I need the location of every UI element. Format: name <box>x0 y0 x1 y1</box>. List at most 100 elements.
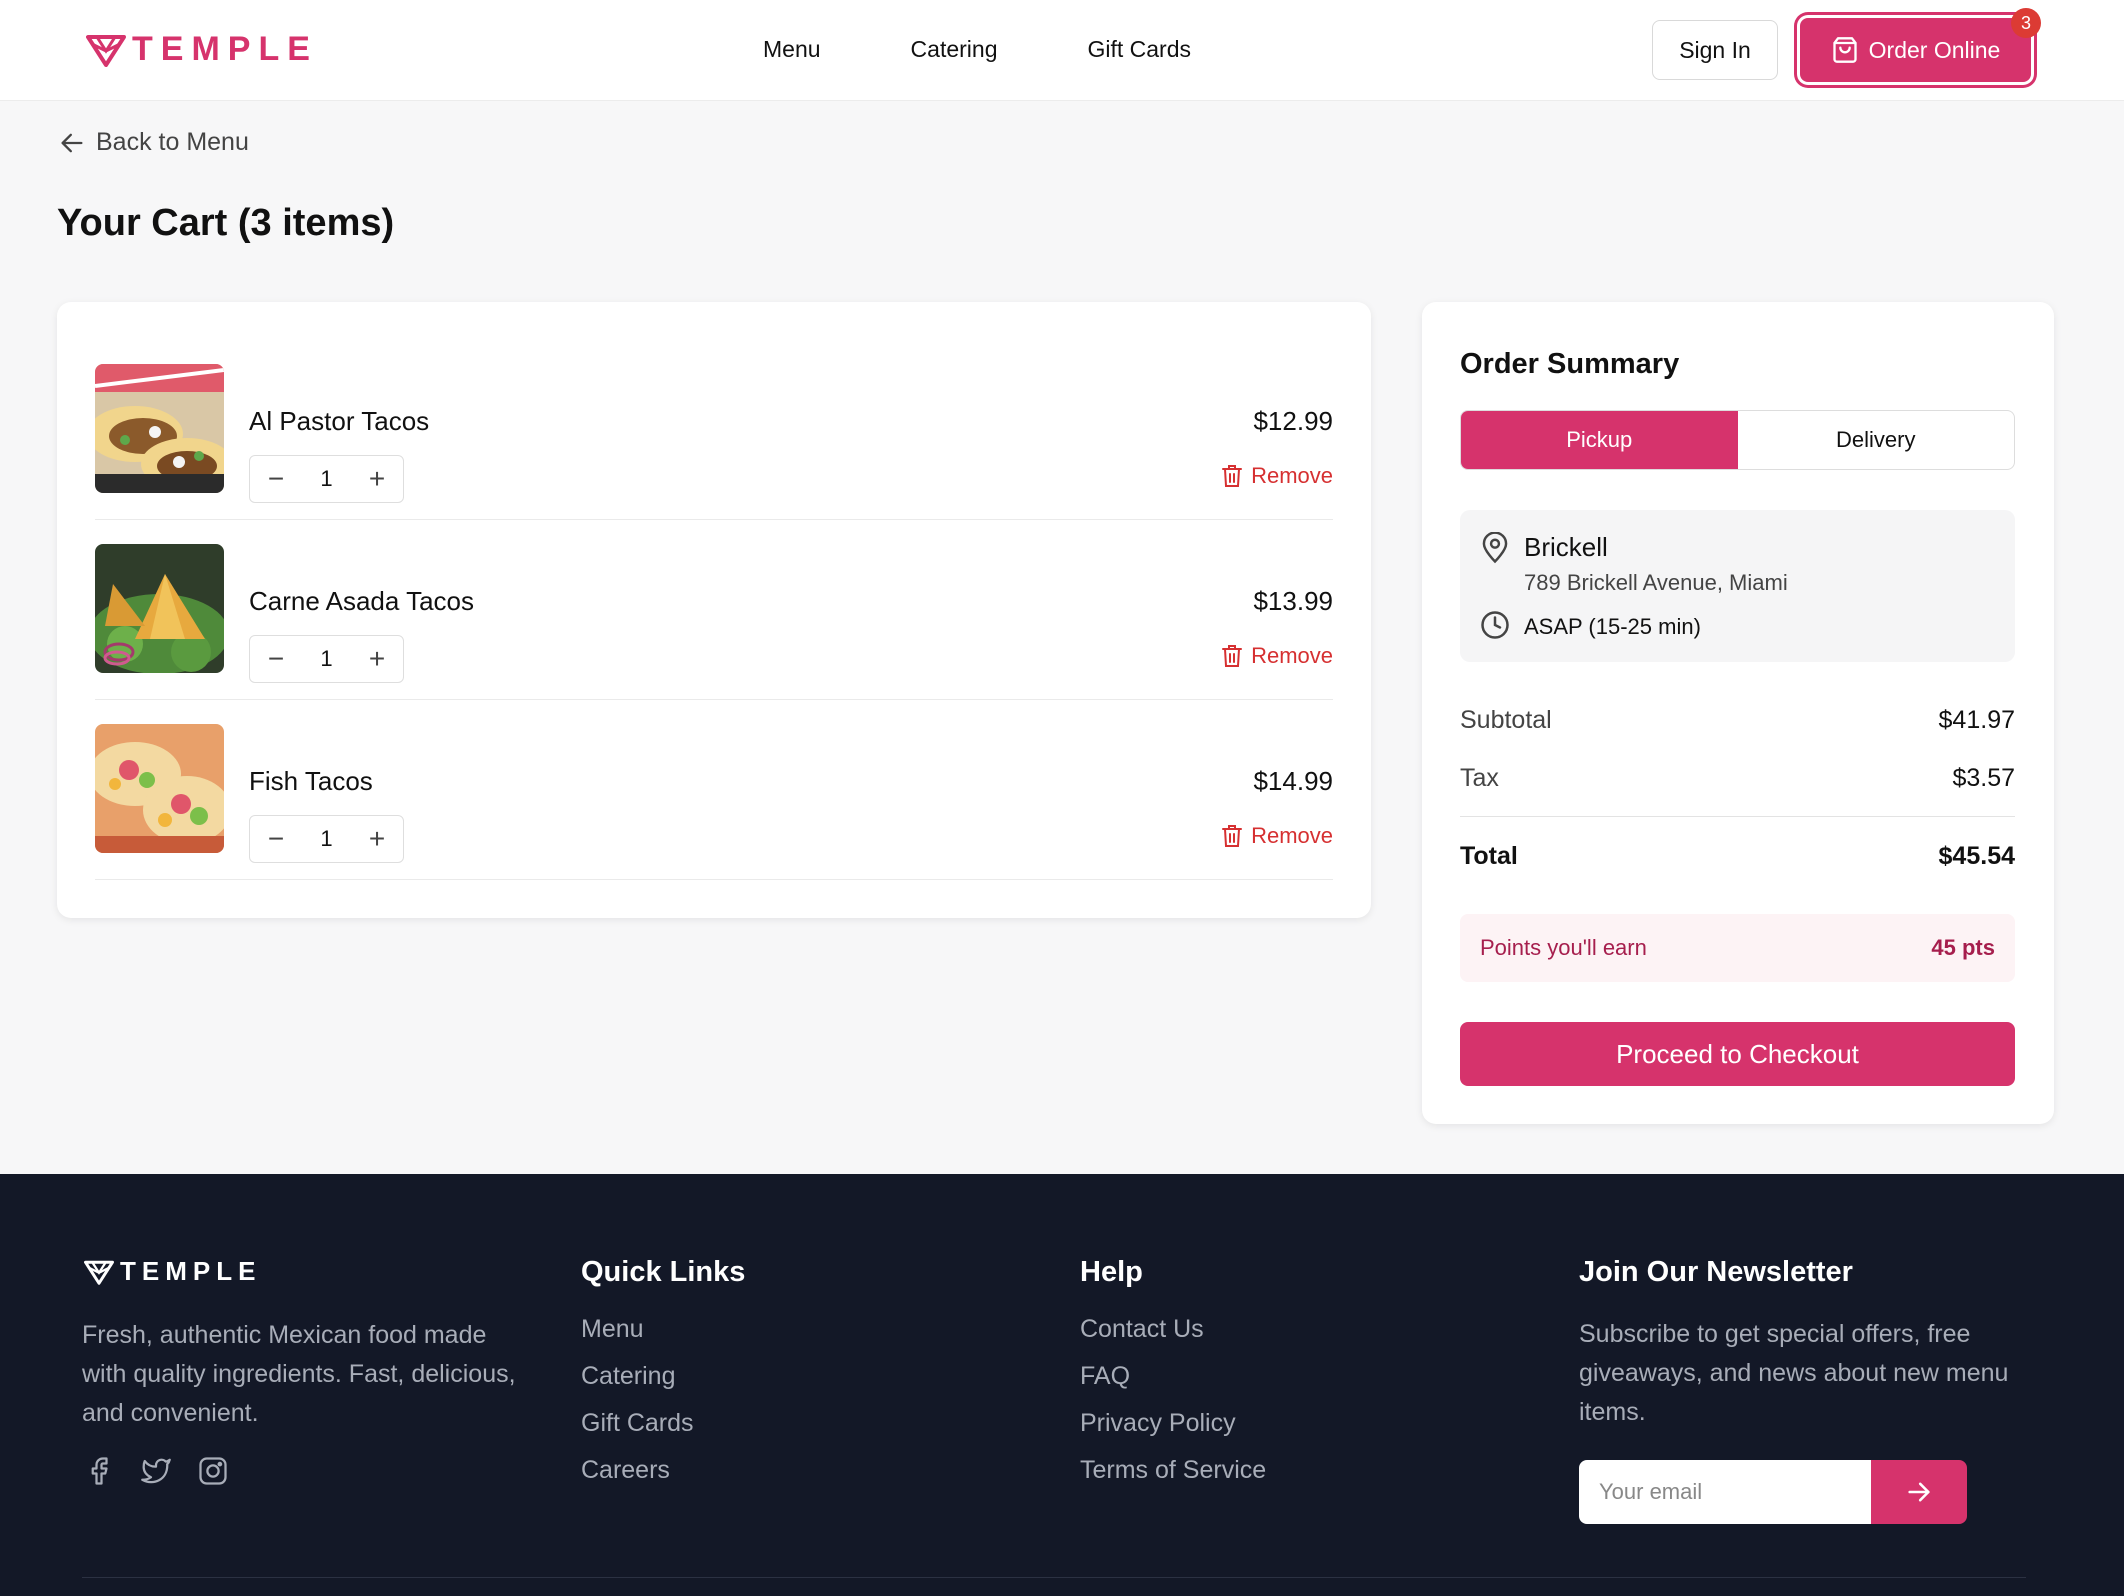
subscribe-button[interactable] <box>1871 1460 1967 1524</box>
total-label: Total <box>1460 842 1518 870</box>
site-footer: TEMPLE Fresh, authentic Mexican food mad… <box>0 1174 2124 1596</box>
temple-logo[interactable]: TEMPLE <box>86 30 318 69</box>
logo-text: TEMPLE <box>132 30 318 68</box>
tax-row: Tax $3.57 <box>1460 764 2015 793</box>
footer-link-menu[interactable]: Menu <box>581 1315 745 1344</box>
location-name: Brickell <box>1524 532 1608 562</box>
tax-value: $3.57 <box>1952 764 2015 792</box>
cart-item: Carne Asada Tacos − 1 + $13.99 Remove <box>95 520 1333 700</box>
footer-about-text: Fresh, authentic Mexican food made with … <box>82 1321 516 1427</box>
facebook-icon[interactable] <box>84 1456 114 1486</box>
total-row: Total $45.54 <box>1460 842 2015 871</box>
remove-label: Remove <box>1251 463 1333 488</box>
order-online-label: Order Online <box>1868 36 2001 63</box>
decrease-qty-button[interactable]: − <box>264 463 288 495</box>
nav-gift-cards[interactable]: Gift Cards <box>1087 36 1191 63</box>
arrow-right-icon <box>1908 1482 1930 1502</box>
twitter-icon[interactable] <box>140 1456 172 1486</box>
nav-menu[interactable]: Menu <box>763 36 821 63</box>
cart-count-badge: 3 <box>2011 8 2041 38</box>
newsletter-text: Subscribe to get special offers, free gi… <box>1579 1320 2009 1426</box>
map-pin-icon <box>1482 532 1508 564</box>
item-price: $13.99 <box>1253 586 1333 616</box>
logo-icon <box>86 34 126 67</box>
item-price: $12.99 <box>1253 406 1333 436</box>
arrow-left-icon <box>61 133 83 152</box>
item-name: Al Pastor Tacos <box>249 406 430 436</box>
item-thumbnail-fish-tacos <box>95 724 224 853</box>
footer-link-careers[interactable]: Careers <box>581 1456 745 1485</box>
site-header: TEMPLE Menu Catering Gift Cards Sign In … <box>0 0 2124 101</box>
cart-item: Fish Tacos − 1 + $14.99 Remove <box>95 700 1333 880</box>
total-value: $45.54 <box>1938 842 2015 870</box>
footer-link-terms-of-service[interactable]: Terms of Service <box>1080 1456 1266 1485</box>
item-name: Fish Tacos <box>249 766 373 796</box>
item-thumbnail-carne-asada <box>95 544 224 673</box>
tax-label: Tax <box>1460 764 1499 792</box>
item-thumbnail-al-pastor <box>95 364 224 493</box>
clock-icon <box>1481 611 1509 639</box>
pickup-time: ASAP (15-25 min) <box>1524 614 1701 639</box>
trash-icon <box>1222 825 1243 847</box>
quick-links-title: Quick Links <box>581 1256 746 1288</box>
remove-item-button[interactable]: Remove <box>1221 823 1333 849</box>
quantity-stepper: − 1 + <box>249 635 404 683</box>
remove-item-button[interactable]: Remove <box>1221 463 1333 489</box>
pickup-tab[interactable]: Pickup <box>1461 411 1738 469</box>
footer-link-contact-us[interactable]: Contact Us <box>1080 1315 1266 1344</box>
remove-label: Remove <box>1251 643 1333 668</box>
increase-qty-button[interactable]: + <box>365 643 389 675</box>
footer-link-privacy-policy[interactable]: Privacy Policy <box>1080 1409 1266 1438</box>
footer-divider <box>82 1577 2026 1578</box>
decrease-qty-button[interactable]: − <box>264 643 288 675</box>
trash-icon <box>1222 465 1243 487</box>
newsletter-title: Join Our Newsletter <box>1579 1256 1853 1288</box>
item-price: $14.99 <box>1253 766 1333 796</box>
delivery-tab[interactable]: Delivery <box>1738 411 2015 469</box>
quantity-stepper: − 1 + <box>249 815 404 863</box>
quantity-value: 1 <box>320 466 333 491</box>
order-summary-title: Order Summary <box>1460 348 1680 380</box>
newsletter-form <box>1579 1460 2039 1524</box>
points-value: 45 pts <box>1931 935 1995 960</box>
trash-icon <box>1222 645 1243 667</box>
quick-links-column: Quick Links Menu Catering Gift Cards Car… <box>581 1256 745 1503</box>
item-name: Carne Asada Tacos <box>249 586 474 616</box>
footer-link-gift-cards[interactable]: Gift Cards <box>581 1409 745 1438</box>
summary-divider <box>1460 816 2015 817</box>
social-links <box>84 1456 228 1486</box>
quantity-stepper: − 1 + <box>249 455 404 503</box>
order-summary-card: Order Summary Pickup Delivery Brickell 7… <box>1422 302 2054 1124</box>
cart-item: Al Pastor Tacos − 1 + $12.99 Remove <box>95 340 1333 520</box>
subtotal-row: Subtotal $41.97 <box>1460 706 2015 735</box>
logo-icon <box>84 1260 114 1285</box>
help-title: Help <box>1080 1256 1143 1288</box>
order-online-button[interactable]: Order Online 3 <box>1800 8 2041 82</box>
decrease-qty-button[interactable]: − <box>264 823 288 855</box>
points-earned-box: Points you'll earn 45 pts <box>1460 914 2015 982</box>
footer-link-catering[interactable]: Catering <box>581 1362 745 1391</box>
remove-label: Remove <box>1251 823 1333 848</box>
newsletter-column: Join Our Newsletter Subscribe to get spe… <box>1579 1256 2039 1524</box>
quantity-value: 1 <box>320 826 333 851</box>
nav-catering[interactable]: Catering <box>911 36 998 63</box>
email-input[interactable] <box>1579 1460 1871 1524</box>
subtotal-value: $41.97 <box>1938 706 2015 734</box>
back-label: Back to Menu <box>96 128 249 156</box>
page-title: Your Cart (3 items) <box>57 202 395 244</box>
sign-in-button[interactable]: Sign In <box>1652 20 1778 80</box>
footer-link-faq[interactable]: FAQ <box>1080 1362 1266 1391</box>
increase-qty-button[interactable]: + <box>365 823 389 855</box>
footer-logo-text: TEMPLE <box>120 1256 262 1286</box>
instagram-icon[interactable] <box>198 1456 228 1486</box>
remove-item-button[interactable]: Remove <box>1221 643 1333 669</box>
shopping-bag-icon <box>1832 37 1857 63</box>
quantity-value: 1 <box>320 646 333 671</box>
footer-logo[interactable]: TEMPLE <box>84 1256 261 1287</box>
subtotal-label: Subtotal <box>1460 706 1552 734</box>
location-address: 789 Brickell Avenue, Miami <box>1524 570 1788 595</box>
main-nav: Menu Catering Gift Cards <box>763 36 1281 63</box>
increase-qty-button[interactable]: + <box>365 463 389 495</box>
proceed-to-checkout-button[interactable]: Proceed to Checkout <box>1460 1022 2015 1086</box>
back-to-menu-link[interactable]: Back to Menu <box>58 128 249 157</box>
